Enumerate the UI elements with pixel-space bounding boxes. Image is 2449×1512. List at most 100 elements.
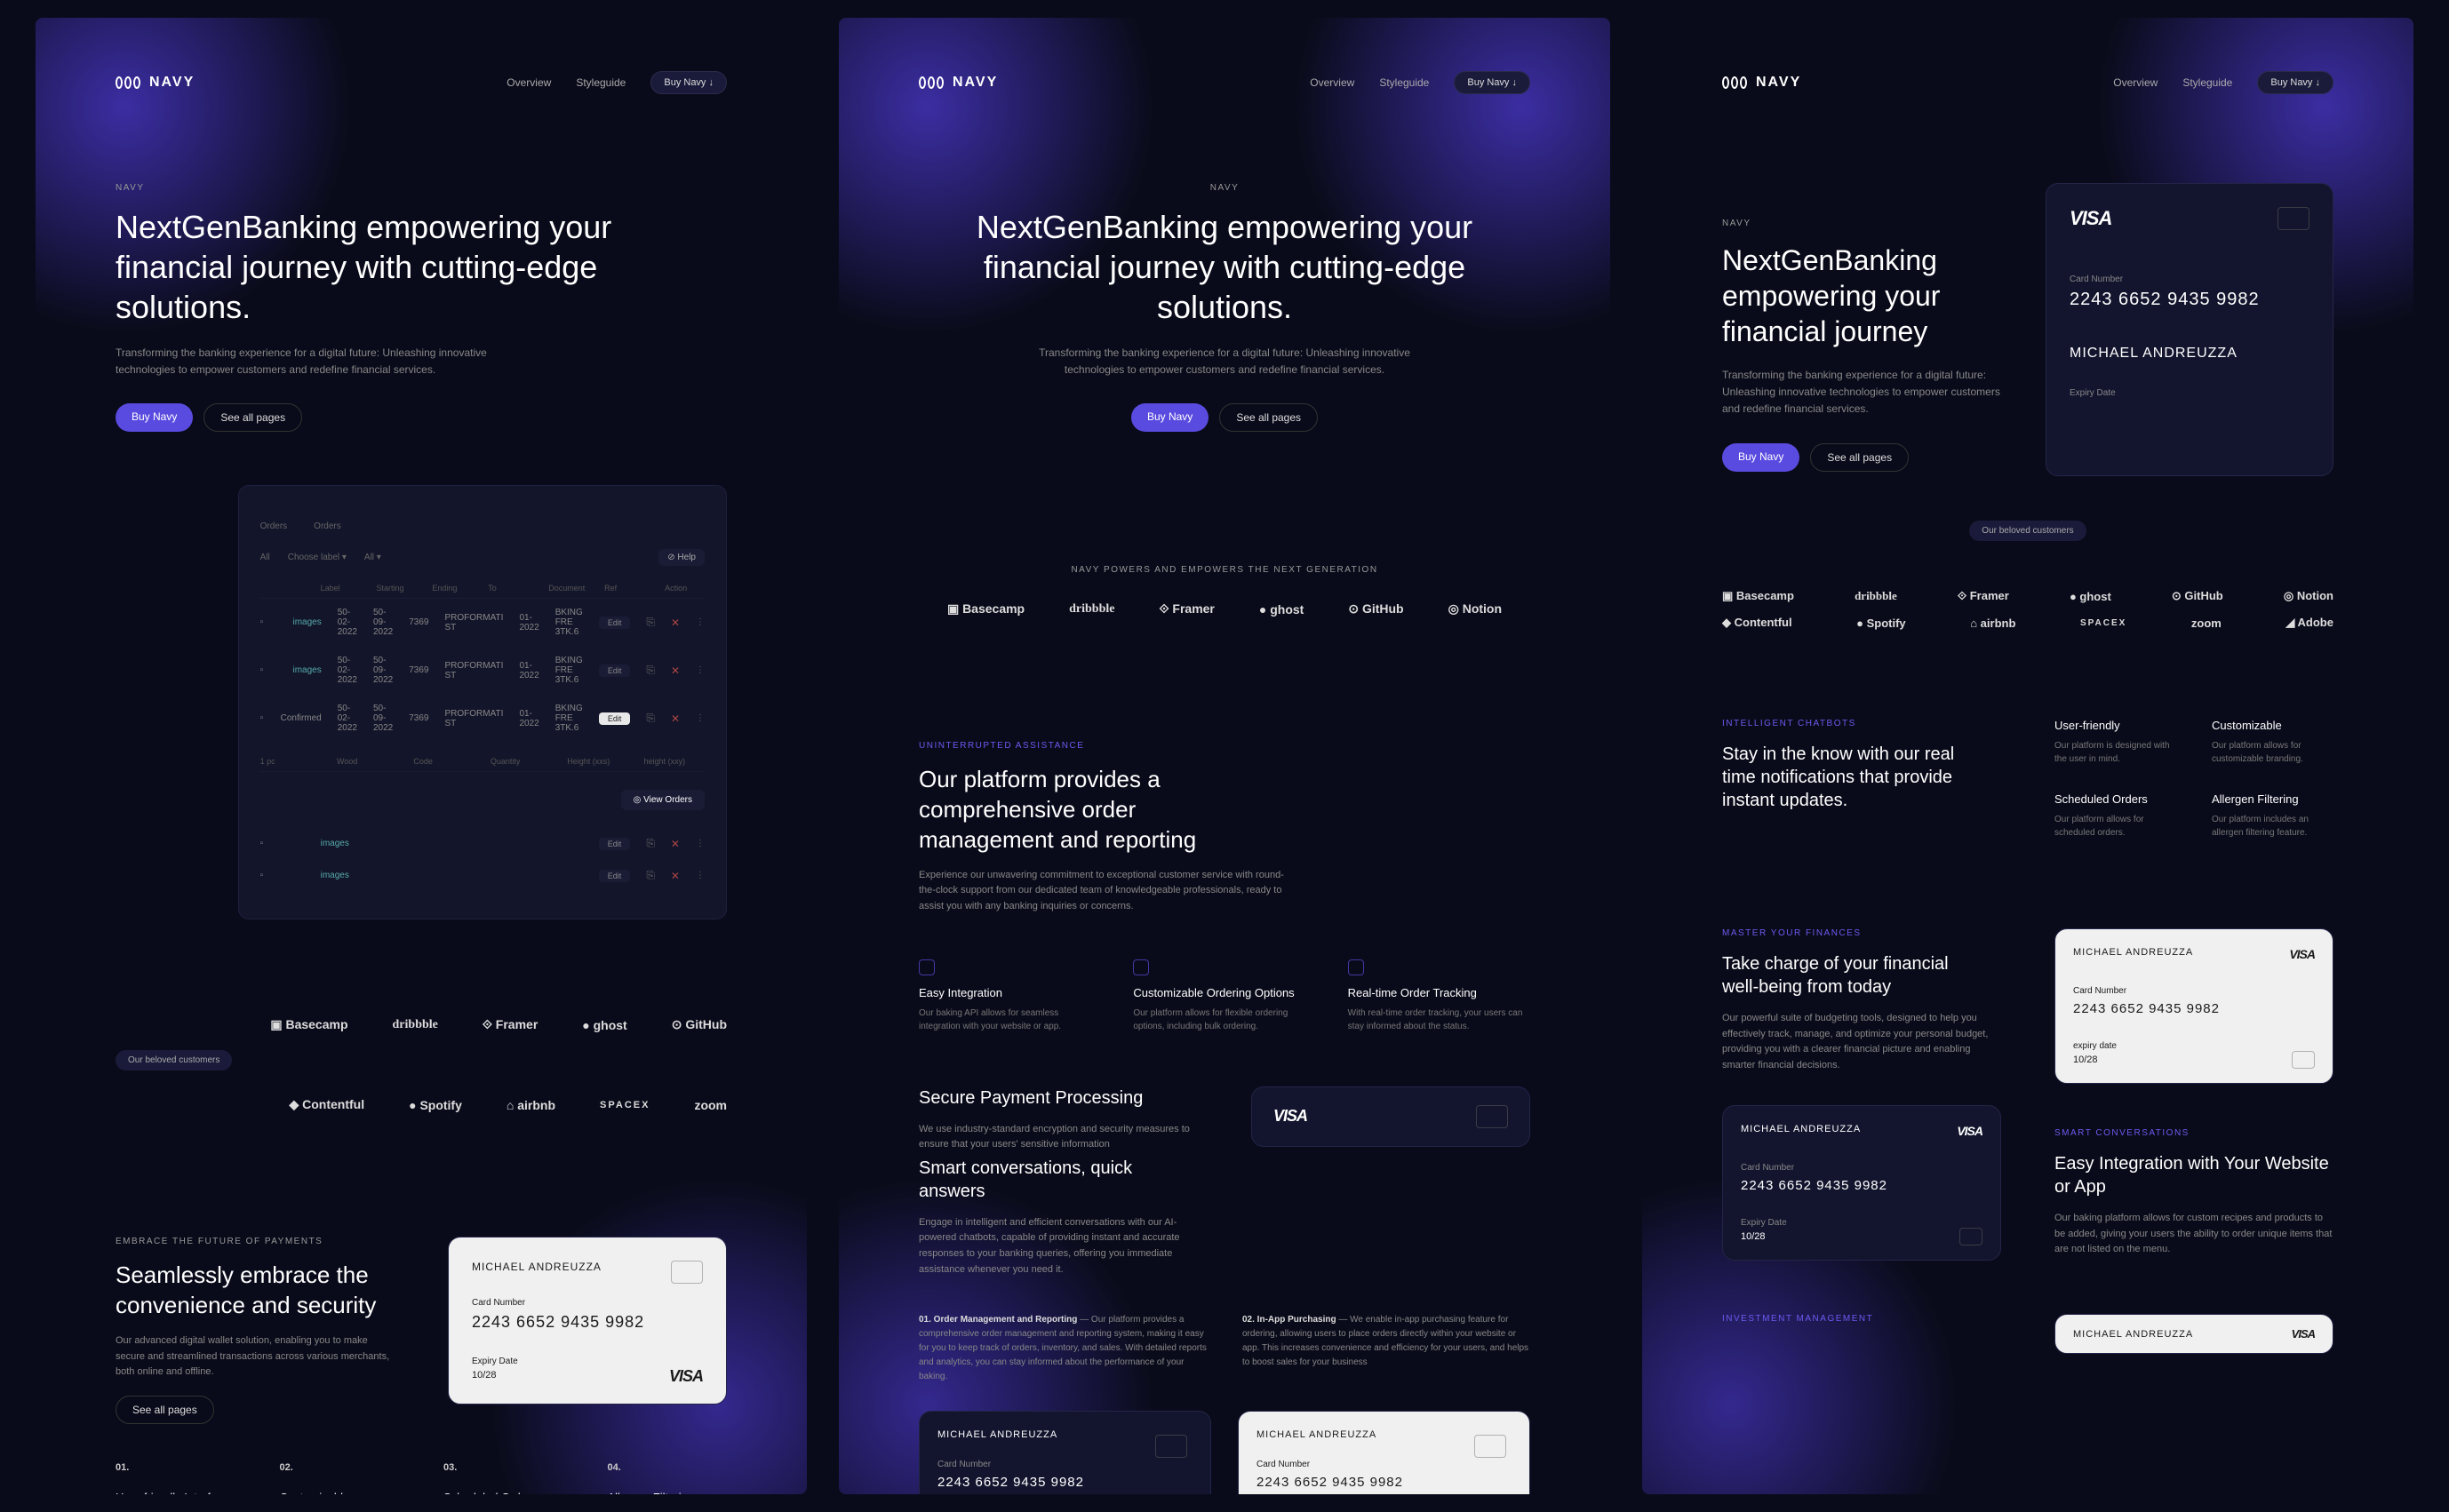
- smart-sub: Our baking platform allows for custom re…: [2054, 1211, 2333, 1258]
- filter-label[interactable]: Choose label ▾: [288, 553, 347, 562]
- brand-framer: ⟐ Framer: [1159, 601, 1214, 617]
- fin-eyebrow: MASTER YOUR FINANCES: [1722, 928, 2001, 938]
- copy-icon[interactable]: ⎘: [646, 616, 655, 629]
- brand-adobe: ◢ Adobe: [2285, 616, 2333, 630]
- secure-title: Secure Payment Processing: [919, 1086, 1198, 1110]
- order-eyebrow: UNINTERRUPTED ASSISTANCE: [919, 741, 1530, 751]
- delete-icon[interactable]: ✕: [671, 664, 680, 677]
- table-row[interactable]: ▫imagesEdit⎘✕⋮: [260, 860, 705, 892]
- brand-basecamp: ▣ Basecamp: [270, 1017, 347, 1032]
- brand-contentful: ◆ Contentful: [289, 1097, 364, 1112]
- copy-icon[interactable]: ⎘: [646, 837, 655, 850]
- feature-item: Allergen FilteringOur platform includes …: [2212, 792, 2333, 840]
- delete-icon[interactable]: ✕: [671, 870, 680, 882]
- feature-item: User-friendlyOur platform is designed wi…: [2054, 719, 2176, 766]
- more-icon[interactable]: ⋮: [696, 713, 705, 723]
- chip-icon: [2292, 1051, 2315, 1069]
- brand-airbnb: ⌂ airbnb: [1970, 617, 2015, 630]
- embrace-title: Seamlessly embrace the convenience and s…: [116, 1261, 395, 1321]
- invest-eyebrow: INVESTMENT MANAGEMENT: [1722, 1314, 2001, 1324]
- tab-orders-2[interactable]: Orders: [314, 521, 341, 531]
- edit-button[interactable]: Edit: [599, 664, 631, 677]
- hero: Navy NextGenBanking empowering your fina…: [919, 183, 1530, 432]
- delete-icon[interactable]: ✕: [671, 838, 680, 850]
- brand-framer: ⟐ Framer: [1958, 589, 2009, 603]
- delete-icon[interactable]: ✕: [671, 617, 680, 629]
- edit-button[interactable]: Edit: [599, 838, 631, 850]
- visa-logo: VISA: [2289, 947, 2315, 961]
- nav-styleguide[interactable]: Styleguide: [1379, 76, 1429, 89]
- feature-item: Scheduled OrdersOur platform allows for …: [2054, 792, 2176, 840]
- table-row[interactable]: ▫Confirmed50-02-202250-09-20227369PROFOR…: [260, 695, 705, 743]
- logo[interactable]: NAVY: [919, 75, 998, 91]
- brand-airbnb: ⌂ airbnb: [507, 1098, 555, 1112]
- table-row[interactable]: ▫images50-02-202250-09-20227369PROFORMAT…: [260, 647, 705, 695]
- tab-orders[interactable]: Orders: [260, 521, 288, 531]
- copy-icon[interactable]: ⎘: [646, 664, 655, 677]
- beloved-badge: Our beloved customers: [116, 1050, 232, 1070]
- hero-cta-primary[interactable]: Buy Navy: [116, 403, 193, 432]
- brand-basecamp: ▣ Basecamp: [947, 601, 1025, 617]
- brand-github: ⊙ GitHub: [2172, 589, 2223, 603]
- brand-dribbble: dribbble: [1069, 602, 1114, 617]
- numbered-feature: 02. In-App Purchasing — We enable in-app…: [1242, 1313, 1530, 1384]
- more-icon[interactable]: ⋮: [696, 665, 705, 675]
- edit-button[interactable]: Edit: [599, 870, 631, 882]
- filter-all-2[interactable]: All ▾: [364, 553, 381, 562]
- filter-all[interactable]: All: [260, 553, 270, 562]
- brand-github: ⊙ GitHub: [672, 1017, 727, 1032]
- brand-notion: ◎ Notion: [2284, 589, 2333, 603]
- feature-item: 02.CustomizableOur platform allows for c…: [280, 1462, 400, 1494]
- chip-icon: [671, 1261, 703, 1284]
- chip-icon: [1474, 1435, 1506, 1458]
- smart-title: Easy Integration with Your Website or Ap…: [2054, 1152, 2333, 1198]
- integration-icon: [919, 959, 935, 975]
- edit-button[interactable]: Edit: [599, 617, 631, 629]
- table-row[interactable]: ▫imagesEdit⎘✕⋮: [260, 828, 705, 860]
- hero-eyebrow: NAVY: [1722, 219, 2010, 228]
- table-row[interactable]: ▫images50-02-202250-09-20227369PROFORMAT…: [260, 599, 705, 647]
- top-nav: NAVY Overview Styleguide Buy Navy ↓: [919, 71, 1530, 94]
- logo[interactable]: NAVY: [1722, 75, 1801, 91]
- brand-spacex: SPACEX: [2080, 618, 2126, 628]
- brand-dribbble: dribbble: [393, 1018, 438, 1032]
- more-icon[interactable]: ⋮: [696, 871, 705, 880]
- buy-button[interactable]: Buy Navy ↓: [650, 71, 727, 94]
- feature-item: 03.Scheduled OrdersOur platform allows f…: [443, 1462, 563, 1494]
- hero-title: NextGenBanking empowering your financial…: [1722, 243, 2006, 349]
- logo[interactable]: NAVY: [116, 75, 195, 91]
- hero-title: NextGenBanking empowering your financial…: [116, 207, 613, 327]
- feature-item: Customizable Ordering OptionsOur platfor…: [1133, 959, 1315, 1033]
- hero-cta-primary[interactable]: Buy Navy: [1722, 443, 1799, 472]
- copy-icon[interactable]: ⎘: [646, 869, 655, 882]
- hero-cta-secondary[interactable]: See all pages: [203, 403, 302, 432]
- buy-button[interactable]: Buy Navy ↓: [1454, 71, 1530, 94]
- logo-icon: [919, 76, 944, 89]
- order-title: Our platform provides a comprehensive or…: [919, 765, 1274, 855]
- hero-cta-secondary[interactable]: See all pages: [1810, 443, 1909, 472]
- embrace-cta[interactable]: See all pages: [116, 1396, 214, 1424]
- hero-cta-secondary[interactable]: See all pages: [1219, 403, 1318, 432]
- visa-logo: VISA: [2292, 1327, 2315, 1341]
- nav-overview[interactable]: Overview: [507, 76, 551, 89]
- embrace-eyebrow: EMBRACE THE FUTURE OF PAYMENTS: [116, 1237, 395, 1246]
- brand-spacex: SPACEX: [600, 1100, 650, 1110]
- nav-styleguide[interactable]: Styleguide: [576, 76, 626, 89]
- view-orders-button[interactable]: ◎ View Orders: [621, 790, 705, 810]
- more-icon[interactable]: ⋮: [696, 839, 705, 848]
- delete-icon[interactable]: ✕: [671, 712, 680, 725]
- fin-title: Take charge of your financial well-being…: [1722, 952, 1989, 999]
- visa-logo: VISA: [2070, 207, 2111, 230]
- nav-overview[interactable]: Overview: [2113, 76, 2158, 89]
- buy-button[interactable]: Buy Navy ↓: [2257, 71, 2333, 94]
- nav-overview[interactable]: Overview: [1310, 76, 1354, 89]
- hero-cta-primary[interactable]: Buy Navy: [1131, 403, 1209, 432]
- copy-icon[interactable]: ⎘: [646, 712, 655, 725]
- logo-icon: [1722, 76, 1747, 89]
- help-button[interactable]: ⊘ Help: [658, 549, 705, 566]
- hero-subtitle: Transforming the banking experience for …: [1029, 345, 1420, 378]
- edit-button[interactable]: Edit: [599, 712, 631, 725]
- more-icon[interactable]: ⋮: [696, 617, 705, 627]
- nav-styleguide[interactable]: Styleguide: [2182, 76, 2232, 89]
- credit-card-light-mini: MICHAEL ANDREUZZA VISA: [2054, 1314, 2333, 1354]
